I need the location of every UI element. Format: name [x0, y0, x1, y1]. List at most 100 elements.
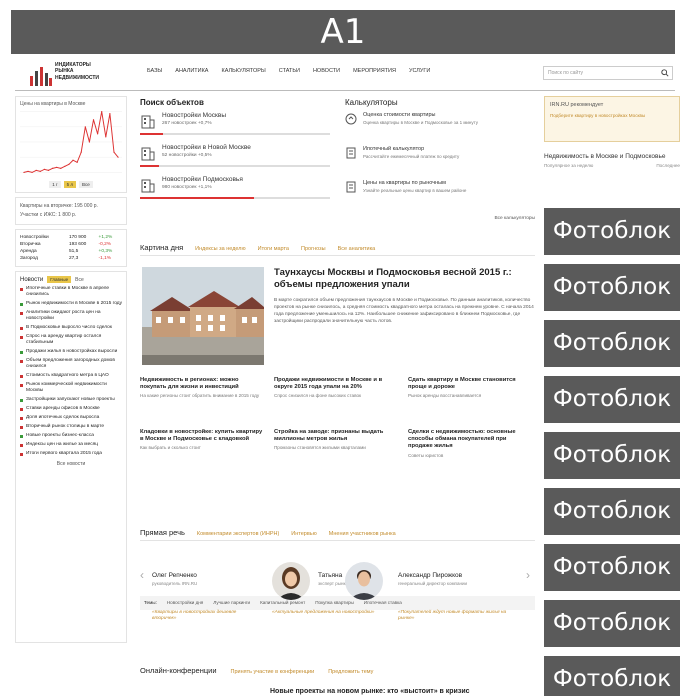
- calculator-item[interactable]: Оценка стоимости квартиры Оценка квартиры…: [345, 111, 535, 141]
- story-item[interactable]: Недвижимость в регионах: можно покупать …: [140, 377, 264, 399]
- price-line[interactable]: Квартиры на вторичке: 195 000 р.: [20, 202, 122, 211]
- calculator-title[interactable]: Оценка стоимости квартиры: [363, 112, 436, 118]
- story-title[interactable]: Сдать квартиру в Москве становится проще…: [408, 377, 532, 391]
- tab-suggest-topic[interactable]: Предложить тему: [328, 669, 373, 675]
- search-object-title[interactable]: Новостройки в Новой Москве: [162, 144, 251, 151]
- list-item[interactable]: В Подмосковье выросло число сделок: [20, 325, 122, 331]
- list-item[interactable]: Объем предложения загородных домов снизи…: [20, 358, 122, 370]
- logo[interactable]: ИНДИКАТОРЫ РЫНКА НЕДВИЖИМОСТИ: [29, 60, 119, 88]
- table-row[interactable]: Новостройки 170 900 +1,2%: [20, 234, 122, 241]
- photoblock[interactable]: Фотоблок: [544, 432, 680, 479]
- tab-opinions[interactable]: Мнения участников рынка: [329, 531, 396, 537]
- price-line[interactable]: Участки с ИЖС: 1 800 р.: [20, 211, 122, 220]
- nav-item-calculators[interactable]: Калькуляторы: [221, 68, 265, 74]
- story-item[interactable]: Продажи недвижимости в Москве и в округе…: [274, 377, 398, 399]
- news-tab-main[interactable]: Главные: [47, 276, 72, 283]
- list-item[interactable]: Аналитики ожидают роста цен на новострой…: [20, 310, 122, 322]
- list-item[interactable]: Продажи жилья в новостройках выросли: [20, 349, 122, 355]
- theme-link[interactable]: Ипотечная ставка: [364, 600, 402, 606]
- list-item[interactable]: Вторичный рынок столицы в марте: [20, 424, 122, 430]
- person-name[interactable]: Александр Пирожков: [398, 572, 462, 579]
- search-input[interactable]: Поиск по сайту: [543, 66, 673, 80]
- search-object-item[interactable]: Новостройки в Новой Москве 52 новостройки…: [140, 143, 330, 171]
- search-object-title[interactable]: Новостройки Москвы: [162, 112, 226, 119]
- tab-forecasts[interactable]: Прогнозы: [301, 246, 326, 252]
- latest-link[interactable]: Последнее: [656, 163, 680, 168]
- table-row[interactable]: Аренда 51,5 +0,3%: [20, 248, 122, 255]
- photoblock[interactable]: Фотоблок: [544, 600, 680, 647]
- photoblock[interactable]: Фотоблок: [544, 544, 680, 591]
- tab-results[interactable]: Итоги марта: [258, 246, 289, 252]
- avatar[interactable]: [345, 562, 383, 600]
- photoblock[interactable]: Фотоблок: [544, 320, 680, 367]
- nav-item-services[interactable]: Услуги: [409, 68, 430, 74]
- list-item[interactable]: Застройщики запускают новые проекты: [20, 397, 122, 403]
- popular-link[interactable]: Популярное за неделю: [544, 163, 593, 168]
- chart-period-1y[interactable]: 1 г: [49, 181, 61, 188]
- calculator-item[interactable]: Ипотечный калькулятор Рассчитайте ежемеся…: [345, 145, 535, 175]
- list-item[interactable]: Новые проекты бизнес-класса: [20, 433, 122, 439]
- story-item[interactable]: Стройка на заводе: признаны выдать милли…: [274, 429, 398, 451]
- next-arrow-icon[interactable]: ›: [526, 568, 530, 582]
- person-name[interactable]: Татьяна: [318, 572, 342, 579]
- story-title[interactable]: Кладовки в новостройке: купить квартиру …: [140, 429, 264, 443]
- nav-item-bases[interactable]: Базы: [147, 68, 162, 74]
- story-title[interactable]: Недвижимость в регионах: можно покупать …: [140, 377, 264, 391]
- list-item[interactable]: Рынок коммерческой недвижимости Москвы: [20, 382, 122, 394]
- story-title[interactable]: Сделки с недвижимостью: основные способы…: [408, 429, 532, 451]
- table-row[interactable]: Загород 27,3 -1,1%: [20, 255, 122, 262]
- chart-period-5y[interactable]: 5 л: [63, 181, 77, 188]
- avatar[interactable]: [272, 562, 310, 600]
- list-item[interactable]: Стоимость квадратного метра в ЦАО: [20, 373, 122, 379]
- story-item[interactable]: Сделки с недвижимостью: основные способы…: [408, 429, 532, 458]
- list-item[interactable]: Ипотечные ставки в Москве в апреле снизи…: [20, 286, 122, 298]
- theme-link[interactable]: Новостройки дня: [167, 600, 203, 606]
- calculator-title[interactable]: Цены на квартиры по рыночным: [363, 180, 446, 186]
- search-object-item[interactable]: Новостройки Москвы 267 новостроек +0,7%: [140, 111, 330, 139]
- news-tab-all[interactable]: Все: [75, 277, 84, 283]
- tab-join-conference[interactable]: Принять участие в конференции: [231, 669, 315, 675]
- search-icon[interactable]: [661, 69, 669, 77]
- calculator-title[interactable]: Ипотечный калькулятор: [363, 146, 424, 152]
- person-quote[interactable]: «Актуальные предложения на новостройки»: [272, 610, 382, 616]
- list-item[interactable]: Рынок недвижимости в Москве в 2015 году: [20, 301, 122, 307]
- nav-item-news[interactable]: Новости: [313, 68, 340, 74]
- story-title[interactable]: Продажи недвижимости в Москве и в округе…: [274, 377, 398, 391]
- photoblock[interactable]: Фотоблок: [544, 208, 680, 255]
- photoblock[interactable]: Фотоблок: [544, 376, 680, 423]
- person-quote[interactable]: «Покупателей ждут новые форматы жилья на…: [398, 610, 518, 622]
- theme-link[interactable]: Капитальный ремонт: [260, 600, 305, 606]
- theme-link[interactable]: Покупка квартиры: [315, 600, 354, 606]
- promo-link[interactable]: Подберите квартиру в новостройках Москвы: [550, 113, 674, 119]
- photoblock[interactable]: Фотоблок: [544, 264, 680, 311]
- main-headline[interactable]: Таунхаусы Москвы и Подмосковья весной 20…: [274, 267, 534, 291]
- tab-indexes[interactable]: Индексы за неделю: [195, 246, 245, 252]
- person-quote[interactable]: «Квартиры в новостройках дешевле вториче…: [152, 610, 262, 622]
- chart-period-all[interactable]: Все: [79, 181, 93, 188]
- all-calculators-link[interactable]: Все калькуляторы: [494, 216, 535, 221]
- list-item[interactable]: Итоги первого квартала 2015 года: [20, 451, 122, 457]
- tab-all-analytics[interactable]: Все аналитика: [338, 246, 376, 252]
- story-title[interactable]: Стройка на заводе: признаны выдать милли…: [274, 429, 398, 443]
- promo-box[interactable]: IRN.RU рекомендует Подберите квартиру в …: [544, 96, 680, 142]
- tab-interviews[interactable]: Интервью: [291, 531, 316, 537]
- search-object-title[interactable]: Новостройки Подмосковья: [162, 176, 243, 183]
- theme-link[interactable]: Лучшие паркинги: [213, 600, 250, 606]
- person-name[interactable]: Олег Репченко: [152, 572, 197, 579]
- photoblock[interactable]: Фотоблок: [544, 488, 680, 535]
- nav-item-events[interactable]: Мероприятия: [353, 68, 396, 74]
- story-item[interactable]: Сдать квартиру в Москве становится проще…: [408, 377, 532, 399]
- conference-headline[interactable]: Новые проекты на новом рынке: кто «высто…: [270, 688, 470, 695]
- news-all-link[interactable]: Все новости: [20, 461, 122, 467]
- nav-item-articles[interactable]: Статьи: [279, 68, 300, 74]
- list-item[interactable]: Ставки аренды офисов в Москве: [20, 406, 122, 412]
- townhouse-photo[interactable]: [142, 267, 264, 365]
- photoblock[interactable]: Фотоблок: [544, 656, 680, 696]
- nav-item-analytics[interactable]: Аналитика: [175, 68, 208, 74]
- table-row[interactable]: Вторичка 193 600 -0,2%: [20, 241, 122, 248]
- price-chart[interactable]: [20, 107, 122, 177]
- story-item[interactable]: Кладовки в новостройке: купить квартиру …: [140, 429, 264, 451]
- prev-arrow-icon[interactable]: ‹: [140, 568, 144, 582]
- search-object-item[interactable]: Новостройки Подмосковья 980 новостроек +1…: [140, 175, 330, 203]
- tab-expert-comments[interactable]: Комментарии экспертов (ИНРН): [197, 531, 279, 537]
